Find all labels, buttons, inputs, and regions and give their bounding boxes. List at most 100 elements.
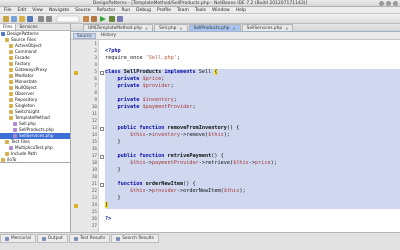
tab-services[interactable]: Services xyxy=(16,24,40,30)
folder-icon xyxy=(9,44,13,48)
fold-toggle-icon[interactable] xyxy=(100,70,104,75)
code-line[interactable]: class SellProducts implements Sell { xyxy=(105,69,400,76)
line-number: 2 xyxy=(94,49,97,54)
build-icon[interactable] xyxy=(83,16,89,22)
code-line[interactable]: public function retrivePayment() { xyxy=(105,153,400,160)
code-line[interactable]: } xyxy=(105,202,400,209)
code-line[interactable] xyxy=(105,209,400,216)
folder-icon xyxy=(5,38,9,42)
source-view-button[interactable]: Source xyxy=(73,32,96,39)
menu-view[interactable]: View xyxy=(32,8,43,13)
fold-toggle-icon[interactable] xyxy=(100,182,104,187)
minimize-button[interactable] xyxy=(379,1,384,6)
menu-team[interactable]: Team xyxy=(177,8,189,13)
code-line[interactable]: <?php xyxy=(105,48,400,55)
code-line[interactable]: $this->inventory->remove($this); xyxy=(105,132,400,139)
editor-tab[interactable]: SellProducts.php ✕ xyxy=(188,24,241,32)
title-bar: DesignPatterns - [TemplateMethod/SellPro… xyxy=(0,0,400,7)
maximize-button[interactable] xyxy=(386,1,391,6)
code-line[interactable]: } xyxy=(105,195,400,202)
bottom-tab-search-results[interactable]: Search Results xyxy=(111,234,159,243)
bottom-tab-mercurial[interactable]: Mercurial xyxy=(0,234,36,243)
code-line[interactable] xyxy=(105,62,400,69)
history-view-button[interactable]: History xyxy=(98,33,119,39)
code-line[interactable]: ?> xyxy=(105,216,400,223)
menu-source[interactable]: Source xyxy=(75,8,90,13)
bookmark-icon xyxy=(74,70,78,75)
code-line[interactable]: public function removeFromInventory() { xyxy=(105,125,400,132)
editor-tab[interactable]: SellServices.php ✕ xyxy=(241,24,294,32)
code-line[interactable] xyxy=(105,146,400,153)
folder-icon xyxy=(9,104,13,108)
code-line[interactable]: private $inventory; xyxy=(105,97,400,104)
folder-icon xyxy=(9,116,13,120)
line-number: 9 xyxy=(94,98,97,103)
tab-files[interactable]: Files xyxy=(0,24,17,30)
editor-tab[interactable]: Sell.php ✕ xyxy=(154,24,188,31)
code-line[interactable] xyxy=(105,118,400,125)
clean-build-icon[interactable] xyxy=(91,16,97,22)
code-line[interactable] xyxy=(105,41,400,48)
bottom-tab-test-results[interactable]: Test Results xyxy=(68,234,111,243)
bottom-tabs: Mercurial Output Test Results Search Result… xyxy=(0,233,400,243)
line-number: 25 xyxy=(91,210,97,215)
code-line[interactable]: } xyxy=(105,167,400,174)
code-line[interactable]: private $provider; xyxy=(105,83,400,90)
code-line[interactable] xyxy=(105,111,400,118)
menu-edit[interactable]: Edit xyxy=(18,8,27,13)
debug-icon[interactable] xyxy=(109,16,115,22)
menu-navigate[interactable]: Navigate xyxy=(49,8,69,13)
close-tab-icon[interactable]: ✕ xyxy=(145,25,148,32)
line-number: 11 xyxy=(91,112,97,117)
close-tab-icon[interactable]: ✕ xyxy=(179,25,182,32)
code-line[interactable]: private $price; xyxy=(105,76,400,83)
line-number: 6 xyxy=(94,77,97,82)
open-project-icon[interactable] xyxy=(19,16,25,22)
editor-tabs: UMLTemplateMethod.php ✕ Sell.php ✕ SellProdu… xyxy=(71,24,400,32)
code-line[interactable] xyxy=(105,223,400,230)
code-line[interactable]: $this->provider->orderNewItem($this); xyxy=(105,188,400,195)
code-line[interactable]: $this->paymentProvider->retrieve($this->… xyxy=(105,160,400,167)
menu-debug[interactable]: Debug xyxy=(136,8,151,13)
config-select[interactable] xyxy=(56,15,80,23)
code-line[interactable]: require_once 'Sell.php'; xyxy=(105,55,400,62)
close-tab-icon[interactable]: ✕ xyxy=(285,25,288,32)
folder-icon xyxy=(9,110,13,114)
bottom-tab-label: Output xyxy=(47,236,63,241)
code-line[interactable] xyxy=(105,90,400,97)
folder-icon xyxy=(9,74,13,78)
code-area[interactable]: 1 2 <?php 3 require_once 'Sell.php'; 4 5 class … xyxy=(71,40,400,232)
folder-icon xyxy=(9,86,13,90)
undo-icon[interactable] xyxy=(38,16,44,22)
code-line[interactable]: private $paymentProvider; xyxy=(105,104,400,111)
save-all-icon[interactable] xyxy=(27,16,33,22)
bottom-tab-label: Mercurial xyxy=(11,236,31,241)
menu-tools[interactable]: Tools xyxy=(195,8,206,13)
code-line[interactable] xyxy=(105,174,400,181)
run-icon[interactable] xyxy=(100,16,106,22)
code-line[interactable]: function orderNewItem() { xyxy=(105,181,400,188)
php-file-icon xyxy=(13,122,17,126)
line-number: 26 xyxy=(91,217,97,222)
menu-file[interactable]: File xyxy=(4,8,12,13)
redo-icon[interactable] xyxy=(46,16,52,22)
line-number: 23 xyxy=(91,196,97,201)
close-button[interactable] xyxy=(393,1,398,6)
menu-help[interactable]: Help xyxy=(236,8,246,13)
menu-refactor[interactable]: Refactor xyxy=(97,8,116,13)
profile-icon[interactable] xyxy=(117,16,123,22)
code-line[interactable]: } xyxy=(105,139,400,146)
new-project-icon[interactable] xyxy=(3,16,9,22)
close-tab-icon[interactable]: ✕ xyxy=(232,25,235,32)
fold-toggle-icon[interactable] xyxy=(100,154,104,159)
menu-run[interactable]: Run xyxy=(121,8,130,13)
menu-window[interactable]: Window xyxy=(212,8,230,13)
new-file-icon[interactable] xyxy=(11,16,17,22)
editor-source-bar: Source History xyxy=(71,32,400,40)
bottom-tab-label: Search Results xyxy=(122,236,154,241)
editor-tab[interactable]: UMLTemplateMethod.php ✕ xyxy=(83,24,154,32)
menu-profile[interactable]: Profile xyxy=(157,8,171,13)
bottom-tab-output[interactable]: Output xyxy=(36,234,68,243)
editor-tab-label: UMLTemplateMethod.php xyxy=(88,25,142,31)
fold-toggle-icon[interactable] xyxy=(100,126,104,131)
